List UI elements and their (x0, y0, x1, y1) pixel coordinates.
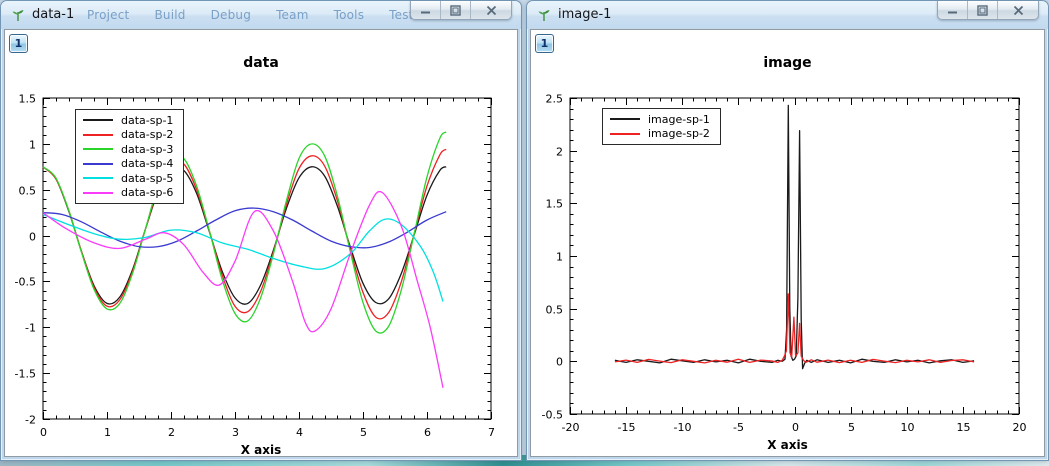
y-tick-label: -1.5 (15, 368, 36, 381)
legend-label: data-sp-3 (121, 143, 173, 156)
legend-swatch (83, 134, 113, 136)
plot-page: 1 data 01234567-2-1.5-1-0.500.511.5 data… (4, 29, 518, 457)
y-tick-label: 1 (556, 251, 563, 264)
series-data-sp-6[interactable] (43, 192, 443, 388)
x-tick-label: 3 (232, 426, 239, 439)
legend-swatch (83, 177, 113, 179)
x-tick-label: 6 (424, 426, 431, 439)
x-tick-label: 4 (296, 426, 303, 439)
plot-canvas[interactable]: 0 1 2 3 4 5 6 7 -2 -1.5 -1 -0.5 0 0.5 1 1.5 (5, 30, 520, 458)
legend-label: data-sp-2 (121, 128, 173, 141)
x-tick-label: -20 (562, 421, 580, 434)
legend-box[interactable]: data-sp-1data-sp-2 data-sp-3data-sp-4 data… (75, 109, 184, 204)
legend-label: image-sp-1 (648, 113, 710, 126)
maximize-button[interactable] (968, 1, 998, 19)
sprout-icon (536, 7, 552, 23)
window-title: data-1 (32, 7, 74, 22)
legend-entry-image-sp-2: image-sp-2 (610, 127, 710, 142)
axis-ticks (570, 98, 1020, 415)
y-tick-label: -0.5 (15, 276, 36, 289)
legend-swatch (83, 163, 113, 165)
minimize-button[interactable] (938, 1, 968, 19)
legend-swatch (610, 133, 640, 135)
x-tick-label: -15 (618, 421, 636, 434)
plot-page: 1 image -20-15-10-505101520-0.500.511.52… (530, 29, 1045, 457)
legend-label: data-sp-5 (121, 172, 173, 185)
series-image-sp-2[interactable] (615, 294, 974, 363)
plot-frame (570, 98, 1019, 414)
y-tick-label: -1 (25, 322, 36, 335)
legend-entry-data-sp-3: data-sp-3 (83, 142, 173, 157)
x-tick-label: 10 (901, 421, 915, 434)
y-tick-label: 0 (29, 231, 36, 244)
y-tick-label: 0.5 (19, 185, 37, 198)
y-tick-label: 0 (556, 356, 563, 369)
ghost-menu-item: Team (276, 8, 309, 22)
legend-swatch (83, 148, 113, 150)
legend-entry-data-sp-5: data-sp-5 (83, 171, 173, 186)
sprout-icon (10, 7, 26, 23)
x-axis-label: X axis (531, 438, 1044, 452)
y-tick-label: 1 (29, 139, 36, 152)
x-tick-label: 15 (957, 421, 971, 434)
maximize-button[interactable] (441, 1, 471, 19)
minimize-button[interactable] (411, 1, 441, 19)
legend-box[interactable]: image-sp-1image-sp-2 (602, 108, 721, 145)
close-button[interactable] (998, 1, 1038, 19)
ghost-menu-item: Tools (334, 8, 365, 22)
y-tick-label: 1.5 (19, 93, 37, 106)
legend-swatch (83, 192, 113, 194)
y-tick-label: -2 (25, 414, 36, 427)
x-tick-label: 1 (104, 426, 111, 439)
y-tick-label: 2.5 (546, 93, 564, 106)
x-tick-label: 0 (792, 421, 799, 434)
legend-label: data-sp-1 (121, 114, 173, 127)
legend-label: data-sp-6 (121, 186, 173, 199)
x-tick-label: 0 (40, 426, 47, 439)
legend-entry-data-sp-6: data-sp-6 (83, 186, 173, 201)
x-tick-label: -10 (674, 421, 692, 434)
legend-entry-data-sp-4: data-sp-4 (83, 157, 173, 172)
legend-entry-data-sp-1: data-sp-1 (83, 113, 173, 128)
titlebar[interactable]: data-1 ProjectBuildDebugTeamToolsTestAna… (1, 1, 521, 29)
taskbar-edge (0, 461, 1049, 466)
legend-label: data-sp-4 (121, 157, 173, 170)
x-tick-label: 5 (360, 426, 367, 439)
y-tick-label: -0.5 (542, 409, 563, 422)
ghost-menu-item: Project (87, 8, 129, 22)
legend-entry-data-sp-2: data-sp-2 (83, 128, 173, 143)
window-image-1: image-1 1 image -20-15-10-505101520-0.50… (526, 0, 1049, 461)
x-tick-label: 2 (168, 426, 175, 439)
window-data-1: data-1 ProjectBuildDebugTeamToolsTestAna… (0, 0, 522, 461)
legend-swatch (610, 118, 640, 120)
y-tick-label: 2 (556, 146, 563, 159)
close-button[interactable] (471, 1, 511, 19)
x-axis-label: X axis (5, 443, 517, 457)
legend-label: image-sp-2 (648, 127, 710, 140)
x-tick-label: -5 (733, 421, 744, 434)
series-data-sp-4[interactable] (43, 208, 446, 248)
plot-canvas[interactable]: -20 -15 -10 -5 0 5 10 15 20 -0.5 0 0.5 1 1.5 2 2.5 (531, 30, 1047, 458)
y-tick-label: 0.5 (546, 304, 564, 317)
window-controls (410, 1, 512, 20)
legend-entry-image-sp-1: image-sp-1 (610, 112, 710, 127)
ghost-menu-item: Build (154, 8, 185, 22)
window-controls (937, 1, 1039, 20)
y-tick-label: 1.5 (546, 198, 564, 211)
ghost-menu-item: Debug (211, 8, 251, 22)
window-title: image-1 (558, 7, 611, 22)
x-tick-label: 5 (848, 421, 855, 434)
x-tick-label: 20 (1013, 421, 1027, 434)
legend-swatch (83, 119, 113, 121)
titlebar[interactable]: image-1 (527, 1, 1048, 29)
series-data-sp-5[interactable] (43, 215, 443, 302)
x-tick-label: 7 (488, 426, 495, 439)
